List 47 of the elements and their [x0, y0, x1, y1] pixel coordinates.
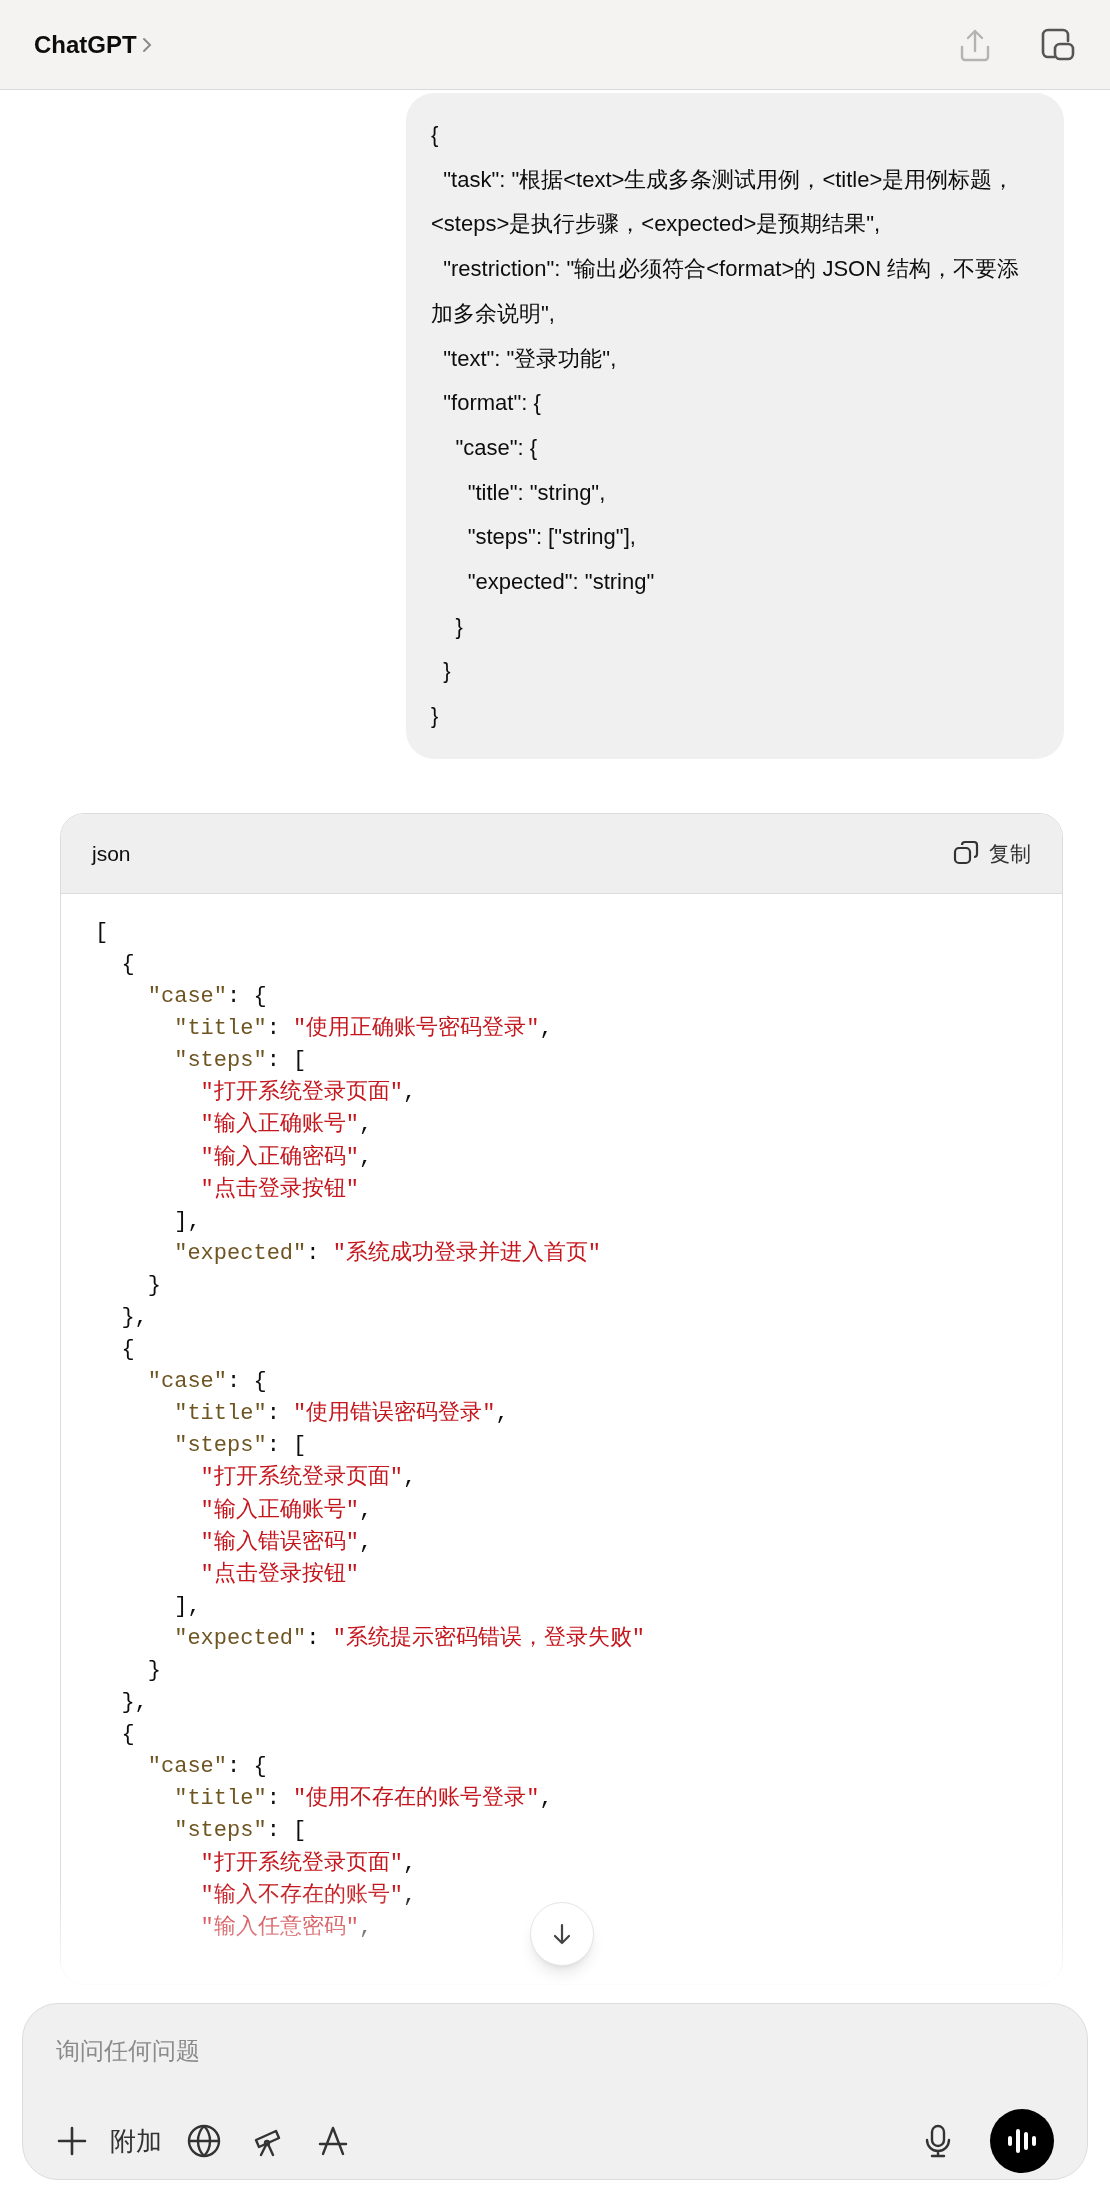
code-line: "title": "使用错误密码登录", [173, 1399, 509, 1429]
code-line: }, [120, 1303, 148, 1332]
code-line: "打开系统登录页面", [199, 1849, 417, 1878]
code-line: "expected": "系统成功登录并进入首页" [173, 1239, 602, 1268]
arrow-down-icon [551, 1922, 573, 1946]
code-line: "steps": [ [173, 1817, 307, 1846]
code-line: }, [120, 1689, 148, 1718]
code-line: ], [173, 1207, 201, 1236]
code-line: { [120, 1721, 135, 1750]
new-chat-icon[interactable] [1040, 26, 1076, 63]
app-title[interactable]: ChatGPT [34, 26, 137, 63]
code-line: "打开系统登录页面", [199, 1078, 417, 1108]
code-line: "case": { [146, 1368, 267, 1397]
drafting-compass-icon[interactable] [316, 2124, 350, 2158]
code-line: "title": "使用不存在的账号登录", [173, 1785, 553, 1814]
code-line: "steps": [ [173, 1432, 307, 1461]
code-line: "case": { [146, 983, 267, 1012]
code-line: { [120, 1336, 135, 1365]
code-line: ], [173, 1592, 201, 1621]
code-line: "case": { [146, 1753, 267, 1782]
code-line: "打开系统登录页面", [199, 1463, 417, 1493]
code-line: "title": "使用正确账号密码登录", [173, 1014, 553, 1044]
code-line: "点击登录按钮" [199, 1560, 360, 1589]
code-line: "expected": "系统提示密码错误，登录失败" [173, 1624, 646, 1653]
waveform-icon [1006, 2127, 1038, 2155]
code-line: "点击登录按钮" [199, 1175, 360, 1204]
code-line: "输入任意密码", [199, 1913, 373, 1942]
code-line: } [146, 1271, 161, 1300]
language-label: json [92, 840, 131, 867]
code-line: } [146, 1657, 161, 1685]
code-line: { [120, 950, 135, 979]
code-line: "steps": [ [173, 1047, 307, 1076]
copy-button[interactable]: 复制 [953, 837, 1031, 870]
microphone-icon[interactable] [924, 2123, 952, 2159]
copy-icon [953, 840, 979, 867]
code-line: "输入正确账号", [199, 1496, 373, 1525]
attach-button[interactable]: 附加 [110, 2121, 162, 2161]
user-message: { "task": "根据<text>生成多条测试用例，<title>是用例标题，<steps>是执行步骤，<expected>是预期结果", "restriction": "输出必须符合<format>的 JSON 结构，不要添加多余说明", "text": "登录功能", "format": { "case": { "title": "string", "steps": ["string"], "expected": "string" } } } [406, 93, 1064, 759]
input-field[interactable]: 询问任何问题 [56, 2031, 1054, 2071]
plus-icon[interactable] [56, 2125, 88, 2157]
chevron-icon [140, 35, 153, 54]
code-line: "输入错误密码", [199, 1528, 373, 1557]
code-line: "输入正确账号", [199, 1111, 373, 1140]
code-line: "输入不存在的账号", [199, 1881, 417, 1910]
code-line: [ [95, 918, 109, 947]
code-line: "输入正确密码", [199, 1143, 373, 1172]
globe-icon[interactable] [186, 2123, 222, 2159]
